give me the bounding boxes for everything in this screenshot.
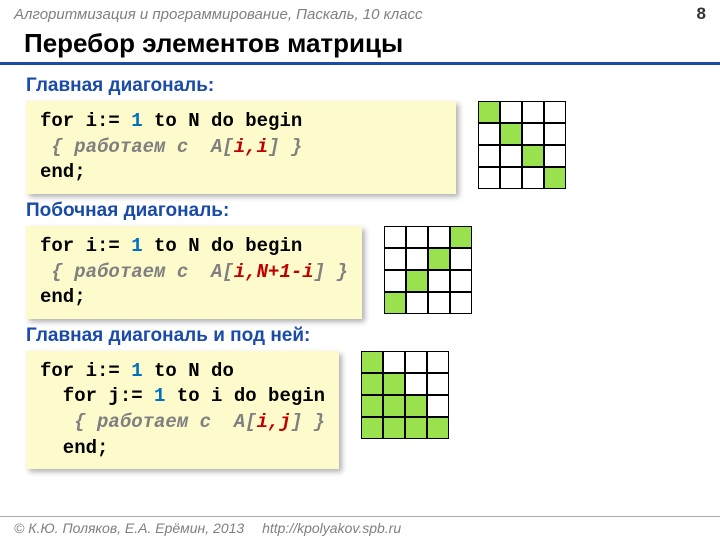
matrix-cell <box>361 395 383 417</box>
matrix-cell <box>406 292 428 314</box>
matrix-cell <box>361 351 383 373</box>
page-title: Перебор элементов матрицы <box>0 26 720 65</box>
matrix-cell <box>384 226 406 248</box>
section-heading-lower-tri: Главная диагональ и под ней: <box>26 325 694 347</box>
section-heading-anti-diag: Побочная диагональ: <box>26 200 694 222</box>
matrix-cell <box>544 123 566 145</box>
matrix-cell <box>500 167 522 189</box>
section-row: for i:= 1 to N do begin { работаем с A[i… <box>26 226 694 319</box>
matrix-cell <box>405 417 427 439</box>
matrix-cell <box>405 395 427 417</box>
section-row: for i:= 1 to N do begin { работаем с A[i… <box>26 101 694 194</box>
matrix-cell <box>478 101 500 123</box>
matrix-cell <box>406 226 428 248</box>
matrix-cell <box>544 101 566 123</box>
matrix-cell <box>450 292 472 314</box>
matrix-cell <box>427 373 449 395</box>
matrix-cell <box>383 373 405 395</box>
copyright-text: © К.Ю. Поляков, Е.А. Ерёмин, 2013 <box>14 520 244 536</box>
section-heading-main-diag: Главная диагональ: <box>26 75 694 97</box>
matrix-cell <box>478 123 500 145</box>
subject-line: Алгоритмизация и программирование, Паска… <box>14 6 423 23</box>
matrix-cell <box>406 270 428 292</box>
matrix-cell <box>427 417 449 439</box>
slide-footer: © К.Ю. Поляков, Е.А. Ерёмин, 2013 http:/… <box>0 516 720 540</box>
matrix-cell <box>522 123 544 145</box>
matrix-cell <box>428 248 450 270</box>
content-area: Главная диагональ: for i:= 1 to N do beg… <box>0 65 720 469</box>
matrix-cell <box>428 226 450 248</box>
matrix-cell <box>384 292 406 314</box>
section-row: for i:= 1 to N do for j:= 1 to i do begi… <box>26 351 694 470</box>
matrix-cell <box>383 351 405 373</box>
matrix-cell <box>405 373 427 395</box>
slide-header: Алгоритмизация и программирование, Паска… <box>0 0 720 26</box>
matrix-cell <box>522 145 544 167</box>
matrix-cell <box>544 167 566 189</box>
page-number: 8 <box>697 4 706 24</box>
matrix-grid-lower-tri <box>361 351 449 439</box>
matrix-cell <box>383 395 405 417</box>
matrix-cell <box>522 167 544 189</box>
matrix-cell <box>428 292 450 314</box>
code-block-lower-tri: for i:= 1 to N do for j:= 1 to i do begi… <box>26 351 339 470</box>
matrix-cell <box>427 395 449 417</box>
matrix-cell <box>383 417 405 439</box>
matrix-cell <box>500 123 522 145</box>
matrix-cell <box>405 351 427 373</box>
matrix-grid-main-diag <box>478 101 566 189</box>
matrix-cell <box>450 226 472 248</box>
matrix-cell <box>522 101 544 123</box>
matrix-cell <box>361 373 383 395</box>
code-block-main-diag: for i:= 1 to N do begin { работаем с A[i… <box>26 101 456 194</box>
matrix-cell <box>361 417 383 439</box>
matrix-cell <box>500 101 522 123</box>
matrix-cell <box>450 270 472 292</box>
code-block-anti-diag: for i:= 1 to N do begin { работаем с A[i… <box>26 226 362 319</box>
footer-url: http://kpolyakov.spb.ru <box>262 520 401 536</box>
matrix-cell <box>428 270 450 292</box>
matrix-cell <box>544 145 566 167</box>
matrix-cell <box>478 145 500 167</box>
matrix-cell <box>450 248 472 270</box>
matrix-grid-anti-diag <box>384 226 472 314</box>
matrix-cell <box>384 270 406 292</box>
matrix-cell <box>406 248 428 270</box>
matrix-cell <box>427 351 449 373</box>
matrix-cell <box>478 167 500 189</box>
matrix-cell <box>500 145 522 167</box>
matrix-cell <box>384 248 406 270</box>
